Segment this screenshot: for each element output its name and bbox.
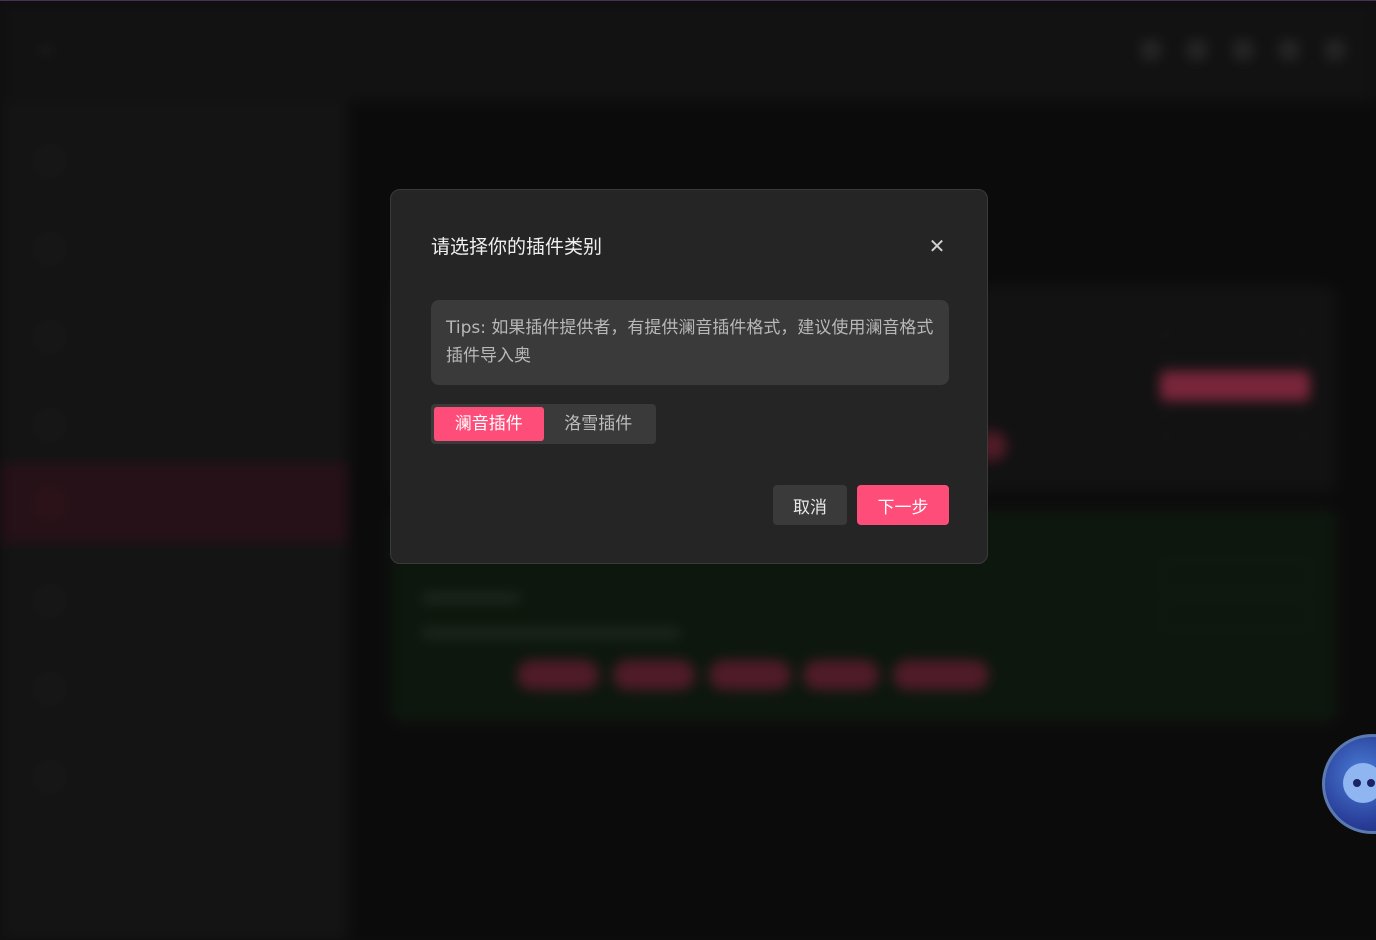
cancel-button[interactable]: 取消 — [773, 485, 847, 525]
dialog-title: 请选择你的插件类别 — [431, 236, 603, 258]
tips-box: Tips: 如果插件提供者，有提供澜音插件格式，建议使用澜音格式插件导入奥 — [431, 300, 949, 385]
next-step-button[interactable]: 下一步 — [857, 485, 949, 525]
plugin-type-lanyin[interactable]: 澜音插件 — [434, 407, 544, 441]
app-window: ← 请选择你的插件类别 ✕ Tips: 如果插件提供者，有提供澜音插件格式，建议… — [0, 0, 1376, 940]
assistant-eye — [1367, 779, 1375, 787]
plugin-type-selector: 澜音插件 洛雪插件 — [431, 404, 656, 444]
plugin-type-luoxue[interactable]: 洛雪插件 — [544, 407, 654, 441]
plugin-type-dialog: 请选择你的插件类别 ✕ Tips: 如果插件提供者，有提供澜音插件格式，建议使用… — [390, 189, 988, 564]
assistant-eye — [1353, 779, 1361, 787]
close-icon[interactable]: ✕ — [925, 234, 949, 258]
